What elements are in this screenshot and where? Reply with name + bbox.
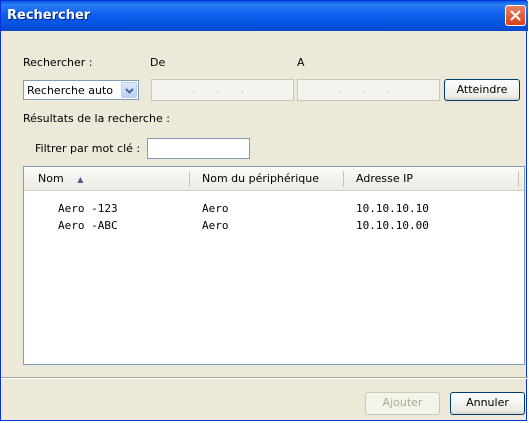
goto-button[interactable]: Atteindre (444, 79, 520, 101)
results-label: Résultats de la recherche : (23, 112, 170, 125)
to-ip-placeholder: . . . (338, 85, 399, 96)
cancel-button[interactable]: Annuler (450, 392, 525, 415)
search-mode-select[interactable]: Recherche auto (23, 80, 139, 100)
column-header-name[interactable]: Nom ▲ (38, 172, 83, 185)
filter-input[interactable] (147, 138, 250, 159)
footer-divider-highlight (1, 378, 528, 379)
row-name: Aero -ABC (58, 219, 118, 232)
list-header: Nom ▲ Nom du périphérique Adresse IP (24, 167, 524, 191)
chevron-down-icon (125, 88, 134, 94)
row-device: Aero (202, 202, 229, 215)
title-bar[interactable]: Rechercher (1, 1, 528, 31)
row-device: Aero (202, 219, 229, 232)
close-icon (510, 10, 521, 21)
table-row[interactable]: Aero -123 Aero 10.10.10.10 (24, 200, 524, 217)
row-ip: 10.10.10.10 (356, 202, 429, 215)
add-button[interactable]: Ajouter (365, 392, 440, 415)
row-ip: 10.10.10.00 (356, 219, 429, 232)
from-label: De (150, 56, 166, 69)
column-separator[interactable] (518, 171, 519, 187)
to-label: A (297, 56, 305, 69)
to-ip-field[interactable]: . . . (297, 79, 440, 101)
table-row[interactable]: Aero -ABC Aero 10.10.10.00 (24, 217, 524, 234)
filter-label: Filtrer par mot clé : (35, 142, 141, 155)
search-mode-value: Recherche auto (27, 84, 114, 97)
search-dialog: Rechercher Rechercher : De A Recherche a… (0, 0, 528, 421)
row-name: Aero -123 (58, 202, 118, 215)
dropdown-button[interactable] (121, 82, 137, 98)
sort-ascending-icon: ▲ (77, 175, 84, 184)
column-header-device[interactable]: Nom du périphérique (202, 172, 319, 185)
from-ip-placeholder: . . . (192, 85, 253, 96)
dialog-title: Rechercher (7, 8, 91, 23)
column-separator[interactable] (343, 171, 344, 187)
search-label: Rechercher : (23, 56, 93, 69)
column-separator[interactable] (189, 171, 190, 187)
close-button[interactable] (505, 5, 526, 26)
results-list[interactable]: Nom ▲ Nom du périphérique Adresse IP Aer… (23, 166, 525, 365)
from-ip-field[interactable]: . . . (151, 79, 294, 101)
column-header-ip[interactable]: Adresse IP (356, 172, 413, 185)
